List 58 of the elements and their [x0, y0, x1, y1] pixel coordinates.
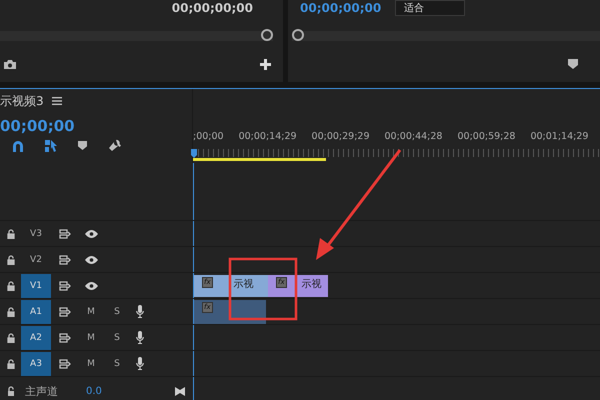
lock-icon[interactable]	[7, 386, 15, 396]
master-volume-value[interactable]: 0.0	[86, 386, 102, 396]
ruler-label: 00;00;59;28	[457, 131, 516, 142]
microphone-icon[interactable]	[136, 331, 144, 344]
plus-icon[interactable]	[260, 59, 271, 70]
time-ruler[interactable]: ;00;00 00;00;14;29 00;00;29;29 00;00;44;28 00;00;59;28 00;01;14;29	[193, 89, 600, 163]
track-target[interactable]: V1	[21, 274, 51, 298]
highlight-box	[228, 258, 298, 320]
sync-lock-icon[interactable]	[59, 306, 71, 316]
wrench-icon[interactable]	[108, 139, 121, 152]
lock-icon[interactable]	[7, 332, 15, 342]
lock-icon[interactable]	[7, 254, 15, 264]
timeline-timecode[interactable]: 00;00;00	[0, 113, 192, 139]
bowtie-icon[interactable]	[175, 386, 185, 396]
sync-lock-icon[interactable]	[59, 228, 71, 238]
program-timecode: 00;00;00;00	[300, 1, 382, 15]
source-timecode: 00;00;00;00	[172, 1, 253, 15]
track-target[interactable]: V3	[21, 222, 51, 246]
microphone-icon[interactable]	[136, 357, 144, 370]
lock-icon[interactable]	[7, 228, 15, 238]
ruler-label: 00;00;14;29	[238, 131, 297, 142]
lock-icon[interactable]	[7, 280, 15, 290]
linked-selection-icon[interactable]	[45, 140, 57, 152]
mute-button[interactable]: M	[85, 306, 97, 316]
clip-name: 示视	[302, 278, 322, 290]
ruler-label: 00;01;14;29	[530, 131, 588, 142]
eye-icon[interactable]	[85, 230, 98, 238]
marker-icon[interactable]	[78, 141, 87, 150]
eye-icon[interactable]	[85, 282, 98, 290]
master-track-label: 主声道	[25, 384, 58, 398]
mute-button[interactable]: M	[85, 332, 97, 342]
clip-name: 示视	[234, 278, 254, 290]
sync-lock-icon[interactable]	[59, 280, 71, 290]
solo-button[interactable]: S	[111, 332, 123, 342]
track-target[interactable]: V2	[21, 248, 51, 272]
sync-lock-icon[interactable]	[59, 332, 71, 342]
marker-icon[interactable]	[568, 59, 578, 69]
camera-icon[interactable]	[3, 59, 17, 70]
track-target[interactable]: A2	[21, 326, 51, 350]
eye-icon[interactable]	[85, 256, 98, 264]
playhead-icon[interactable]	[191, 149, 197, 158]
ruler-label: 00;00;44;28	[384, 131, 442, 142]
mute-button[interactable]: M	[85, 358, 97, 368]
track-target[interactable]: A3	[21, 352, 51, 376]
magnet-icon[interactable]	[12, 140, 24, 152]
lock-icon[interactable]	[7, 306, 15, 316]
ruler-label: ;00;00	[193, 131, 224, 142]
sequence-tab[interactable]: 示视频3	[0, 92, 44, 110]
menu-icon[interactable]	[52, 97, 62, 105]
ruler-label: 00;00;29;29	[312, 131, 370, 142]
zoom-dropdown[interactable]: 适合	[395, 0, 466, 16]
sync-lock-icon[interactable]	[59, 358, 71, 368]
sync-lock-icon[interactable]	[59, 254, 71, 264]
microphone-icon[interactable]	[136, 305, 144, 318]
solo-button[interactable]: S	[111, 306, 123, 316]
solo-button[interactable]: S	[111, 358, 123, 368]
lock-icon[interactable]	[7, 358, 15, 368]
track-target[interactable]: A1	[21, 300, 51, 324]
